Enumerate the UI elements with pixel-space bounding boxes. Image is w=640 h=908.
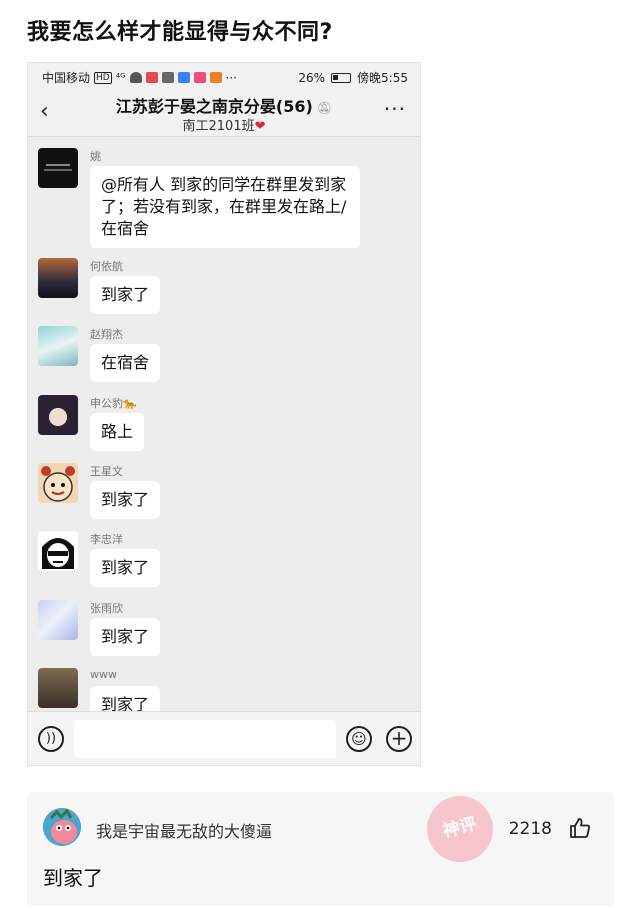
app-icon-search [177,72,190,83]
wifi-icon [129,72,142,83]
group-subtitle: 南工2101班❤ [28,115,420,134]
avatar[interactable] [38,600,78,640]
message-bubble[interactable]: @所有人 到家的同学在群里发到家了；若没有到家，在群里发在路上/在宿舍 [90,166,360,248]
sender-name: 姚 [90,150,101,163]
more-options-icon[interactable]: ··· [384,97,406,121]
sender-name: 何依航 [90,260,123,273]
avatar[interactable] [38,668,78,708]
message-bubble[interactable]: 到家了 [90,686,161,711]
commenter-avatar[interactable] [43,808,81,846]
phone-screenshot: 中国移动 HD ⁴ᴳ ··· 26% 傍晚5:55 ‹ 江苏彭于晏之南京分晏(5… [27,62,421,766]
thumbs-up-icon[interactable] [568,816,592,840]
commenter-username[interactable]: 我是宇宙最无敌的大傻逼 [96,818,272,842]
app-icon-red [145,72,158,83]
comment-text: 到家了 [43,866,103,890]
sender-name: 申公豹🐆 [90,397,137,410]
heart-icon: ❤ [254,119,266,134]
god-comment-stamp: 神评 [419,792,501,870]
message-bubble[interactable]: 路上 [90,413,145,451]
message-bubble[interactable]: 在宿舍 [90,344,161,382]
sender-name: 李忠洋 [90,533,123,546]
mute-bell-icon: 🔕︎ [316,101,333,115]
app-icon-orange [209,72,222,83]
app-icon-man [161,72,174,83]
sender-name: 王星文 [90,465,123,478]
voice-input-icon[interactable]: )) [38,726,64,752]
like-count: 2218 [508,819,552,839]
message-bubble[interactable]: 到家了 [90,481,161,519]
more-notifications-icon: ··· [225,70,237,85]
battery-icon [331,72,352,83]
status-time: 傍晚5:55 [357,71,408,85]
message-bubble[interactable]: 到家了 [90,618,161,656]
app-icon-pink [193,72,206,83]
avatar[interactable] [38,326,78,366]
battery-percent: 26% [298,70,326,85]
signal-icon: ⁴ᴳ [115,71,126,84]
chat-header: ‹ 江苏彭于晏之南京分晏(56) 🔕︎ 南工2101班❤ ··· [28,89,420,137]
message-list[interactable]: 姚 @所有人 到家的同学在群里发到家了；若没有到家，在群里发在路上/在宿舍 何依… [28,138,420,711]
message-bubble[interactable]: 到家了 [90,549,161,587]
message-input[interactable] [74,720,336,758]
status-bar: 中国移动 HD ⁴ᴳ ··· 26% 傍晚5:55 [28,63,420,89]
avatar[interactable] [38,463,78,503]
avatar[interactable] [38,258,78,298]
plus-icon[interactable]: + [386,726,412,752]
class-tag: 南工2101班 [182,119,255,134]
avatar[interactable] [38,531,78,571]
top-comment: 我是宇宙最无敌的大傻逼 神评 2218 到家了 [27,792,614,906]
sender-name: 张雨欣 [90,602,123,615]
avatar[interactable] [38,148,78,188]
post-title: 我要怎么样才能显得与众不同? [27,20,333,45]
sender-name: 赵翔杰 [90,328,123,341]
emoji-icon[interactable]: ☺ [346,726,372,752]
carrier-label: 中国移动 [42,71,91,85]
message-bubble[interactable]: 到家了 [90,276,161,314]
hd-badge: HD [94,71,112,84]
avatar[interactable] [38,395,78,435]
input-bar: )) ☺ + [28,711,420,765]
group-name-text: 江苏彭于晏之南京分晏(56) [115,97,313,116]
group-name: 江苏彭于晏之南京分晏(56) 🔕︎ [28,93,420,117]
sender-name: www [90,668,117,681]
